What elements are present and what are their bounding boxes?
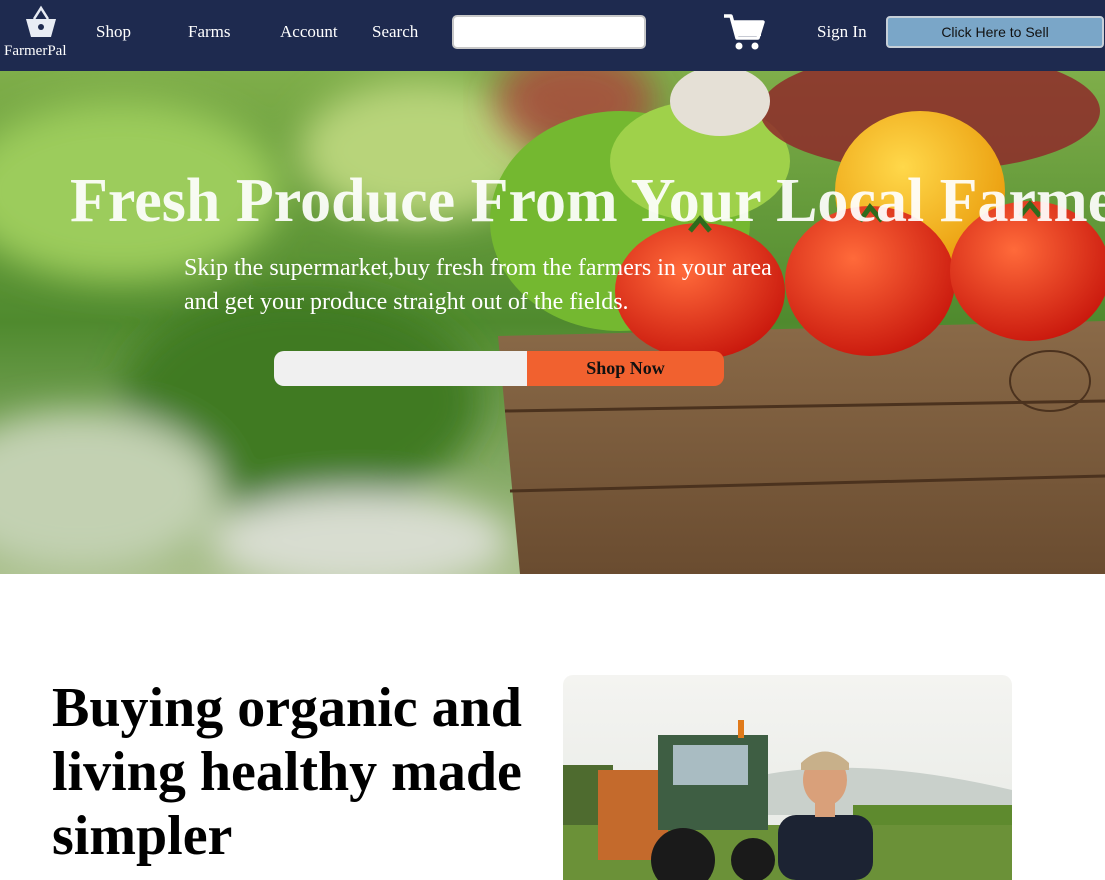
- section-title: Buying organic and living healthy made s…: [52, 677, 522, 867]
- hero-background-image: [0, 71, 1105, 574]
- nav-link-farms[interactable]: Farms: [188, 22, 231, 42]
- sell-button[interactable]: Click Here to Sell: [886, 16, 1104, 48]
- brand-name: FarmerPal: [4, 43, 67, 59]
- sign-in-link[interactable]: Sign In: [817, 22, 867, 42]
- nav-search-input[interactable]: [452, 15, 646, 49]
- shopping-cart-icon[interactable]: [722, 12, 766, 52]
- shop-now-button[interactable]: Shop Now: [527, 351, 724, 386]
- nav-link-shop[interactable]: Shop: [96, 22, 131, 42]
- hero-subtitle: Skip the supermarket,buy fresh from the …: [184, 255, 772, 315]
- hero-section: Fresh Produce From Your Local Farmers Sk…: [0, 71, 1105, 574]
- hero-title: Fresh Produce From Your Local Farmers: [70, 167, 1105, 235]
- basket-icon: [26, 5, 56, 37]
- hero-search-input[interactable]: [274, 351, 532, 386]
- nav-link-search[interactable]: Search: [372, 22, 418, 42]
- farmer-image: [563, 675, 1012, 880]
- brand-logo[interactable]: FarmerPal: [0, 0, 80, 71]
- farmer-photo: [563, 675, 1012, 880]
- nav-link-account[interactable]: Account: [280, 22, 338, 42]
- top-navbar: FarmerPal Shop Farms Account Search Sign…: [0, 0, 1105, 71]
